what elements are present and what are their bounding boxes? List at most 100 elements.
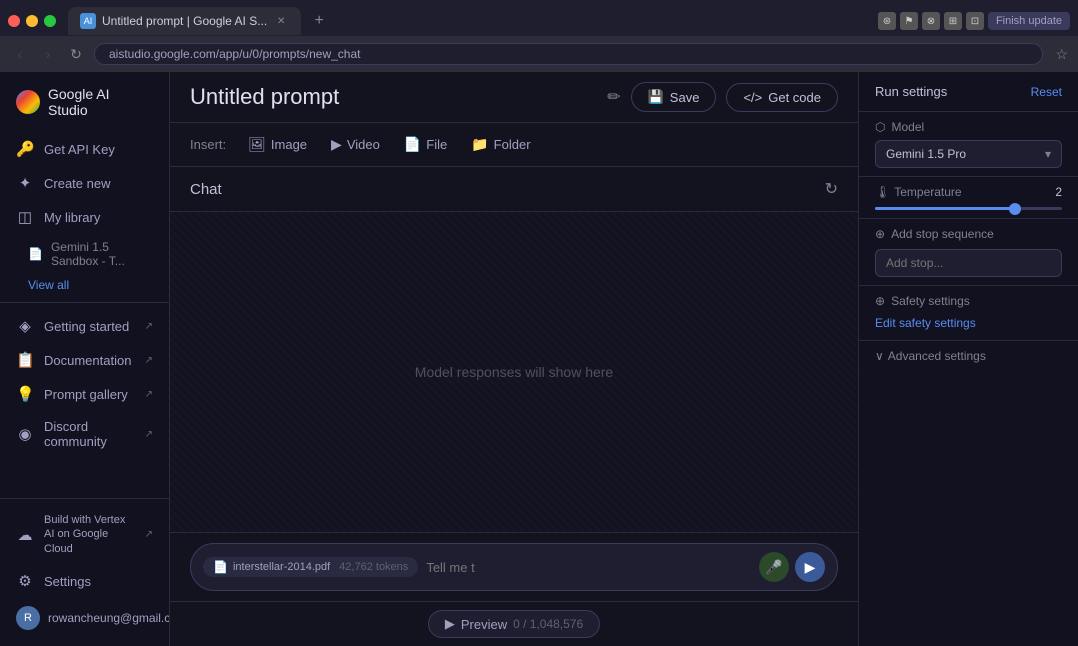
input-area: 📄 interstellar-2014.pdf 42,762 tokens 🎤 … [170,532,858,601]
sidebar-item-prompt-gallery[interactable]: 💡 Prompt gallery ↗ [0,377,169,411]
insert-image-button[interactable]: 🖼 Image [238,131,317,158]
folder-icon: 📁 [471,136,488,153]
model-icon: ⬡ [875,120,885,134]
external-link-icon-1: ↗ [145,321,153,332]
temperature-section: 🌡 Temperature 2 [859,176,1078,218]
sidebar-item-discord[interactable]: ◉ Discord community ↗ [0,411,169,457]
get-api-key-label: Get API Key [44,142,153,157]
discord-icon: ◉ [16,425,34,443]
video-label: Video [347,137,380,152]
sidebar-divider-1 [0,302,169,303]
microphone-button[interactable]: 🎤 [759,552,789,582]
temperature-slider[interactable] [875,207,1062,210]
advanced-settings-toggle[interactable]: ∨ Advanced settings [875,349,1062,363]
save-button[interactable]: 💾 Save [631,82,717,112]
ext-icon-1[interactable]: ⊛ [878,12,896,30]
finish-update-button[interactable]: Finish update [988,12,1070,30]
ext-icon-4[interactable]: ⊞ [944,12,962,30]
preview-icon: ▶ [445,616,455,632]
sidebar-item-settings[interactable]: ⚙ Settings [0,564,169,598]
temperature-label: 🌡 Temperature [875,185,962,199]
ext-icon-3[interactable]: ⊗ [922,12,940,30]
sidebar: Google AI Studio 🔑 Get API Key ✦ Create … [0,72,170,646]
thermometer-icon: 🌡 [875,185,890,199]
stop-sequence-input[interactable] [875,249,1062,277]
preview-label: Preview [461,617,507,632]
sidebar-item-build-vertex[interactable]: ☁ Build with Vertex AI on Google Cloud ↗ [0,505,169,564]
safety-label: ⊕ Safety settings [875,294,1062,308]
input-actions: 🎤 ▶ [759,552,825,582]
send-button[interactable]: ▶ [795,552,825,582]
chevron-down-icon: ▾ [1045,147,1051,161]
user-profile-item[interactable]: R rowancheung@gmail.com [0,598,169,638]
chat-title: Chat [190,181,222,198]
run-settings-title: Run settings [875,84,947,99]
page-title: Untitled prompt [190,84,591,110]
build-vertex-label: Build with Vertex AI on Google Cloud [44,513,135,556]
model-value: Gemini 1.5 Pro [886,147,966,161]
app-logo: Google AI Studio [0,72,169,132]
user-email: rowancheung@gmail.com [48,611,170,625]
documentation-label: Documentation [44,353,135,368]
refresh-button[interactable]: ↻ [66,46,86,63]
view-all-link[interactable]: View all [0,274,169,296]
tab-label: Untitled prompt | Google AI S... [102,14,267,28]
forward-button[interactable]: › [38,46,58,62]
sidebar-item-documentation[interactable]: 📋 Documentation ↗ [0,343,169,377]
preview-bar: ▶ Preview 0 / 1,048,576 [170,601,858,646]
model-label: ⬡ Model [875,120,1062,134]
reset-button[interactable]: Reset [1031,85,1062,99]
slider-fill [875,207,1015,210]
external-link-icon-5: ↗ [145,529,153,540]
chat-input-field[interactable] [426,560,751,575]
ext-icon-2[interactable]: ⚑ [900,12,918,30]
address-text: aistudio.google.com/app/u/0/prompts/new_… [109,47,361,61]
get-code-button[interactable]: </> Get code [726,83,838,112]
insert-video-button[interactable]: ▶ Video [321,131,390,158]
maximize-traffic-light[interactable] [44,15,56,27]
sidebar-item-create-new[interactable]: ✦ Create new [0,166,169,200]
new-tab-button[interactable]: + [305,7,333,35]
model-select-dropdown[interactable]: Gemini 1.5 Pro ▾ [875,140,1062,168]
active-tab[interactable]: AI Untitled prompt | Google AI S... ✕ [68,7,301,35]
insert-toolbar: Insert: 🖼 Image ▶ Video 📄 File 📁 Folder [170,123,858,167]
main-header: Untitled prompt ✏ 💾 Save </> Get code [170,72,858,123]
minimize-traffic-light[interactable] [26,15,38,27]
create-new-label: Create new [44,176,153,191]
edit-safety-settings-link[interactable]: Edit safety settings [875,316,976,330]
tab-favicon: AI [80,13,96,29]
tab-bar: AI Untitled prompt | Google AI S... ✕ + … [0,0,1078,36]
chat-panel: Chat ↻ Model responses will show here 📄 … [170,167,858,646]
settings-icon: ⚙ [16,572,34,590]
close-traffic-light[interactable] [8,15,20,27]
input-box: 📄 interstellar-2014.pdf 42,762 tokens 🎤 … [190,543,838,591]
my-library-label: My library [44,210,153,225]
sidebar-item-my-library[interactable]: ◫ My library [0,200,169,234]
video-icon: ▶ [331,136,342,153]
preview-button[interactable]: ▶ Preview 0 / 1,048,576 [428,610,600,638]
run-settings-header: Run settings Reset [859,72,1078,111]
prompt-gallery-label: Prompt gallery [44,387,135,402]
chat-header: Chat ↻ [170,167,858,212]
insert-file-button[interactable]: 📄 File [394,131,457,158]
attached-file-tag[interactable]: 📄 interstellar-2014.pdf 42,762 tokens [203,557,418,577]
chat-refresh-icon[interactable]: ↻ [825,179,838,199]
edit-title-icon[interactable]: ✏ [607,87,620,107]
sidebar-item-getting-started[interactable]: ◈ Getting started ↗ [0,309,169,343]
main-content: Untitled prompt ✏ 💾 Save </> Get code In… [170,72,858,646]
bookmark-icon[interactable]: ☆ [1055,46,1068,63]
sidebar-divider-2 [0,498,169,499]
address-bar[interactable]: aistudio.google.com/app/u/0/prompts/new_… [94,43,1043,65]
ext-icon-5[interactable]: ⊡ [966,12,984,30]
back-button[interactable]: ‹ [10,46,30,62]
empty-chat-message: Model responses will show here [415,364,613,380]
file-label: File [426,137,447,152]
sidebar-item-get-api-key[interactable]: 🔑 Get API Key [0,132,169,166]
file-icon: 📄 [404,136,421,153]
file-name: interstellar-2014.pdf [233,561,330,573]
doc-icon: 📄 [28,247,43,261]
insert-folder-button[interactable]: 📁 Folder [461,131,540,158]
library-sub-item[interactable]: 📄 Gemini 1.5 Sandbox - T... [0,234,169,274]
tab-close-btn[interactable]: ✕ [273,13,289,29]
file-tag-icon: 📄 [213,560,228,574]
